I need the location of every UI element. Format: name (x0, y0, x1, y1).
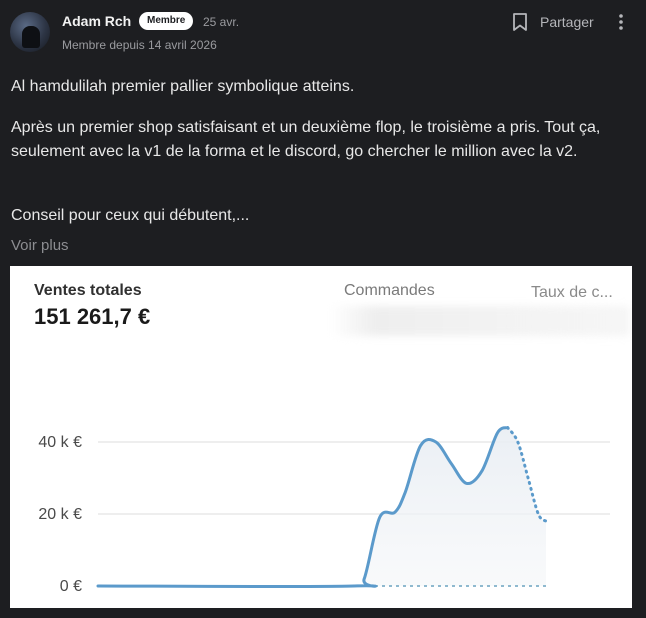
forum-post: Adam Rch Membre 25 avr. Membre depuis 14… (0, 0, 646, 618)
area-fill (98, 426, 546, 587)
author-name[interactable]: Adam Rch (62, 13, 131, 29)
post-paragraph-2: Après un premier shop satisfaisant et un… (11, 119, 601, 160)
more-vertical-icon[interactable] (611, 12, 631, 32)
y-tick-label: 0 € (60, 578, 82, 595)
author-avatar[interactable] (10, 12, 50, 52)
share-button[interactable]: Partager (540, 14, 594, 30)
sales-line-chart: 0 € 20 k € 40 k € (38, 426, 610, 595)
post-paragraph-3: Conseil pour ceux qui débutent,... (11, 207, 250, 224)
see-more-link[interactable]: Voir plus (11, 237, 69, 254)
member-badge: Membre (139, 12, 194, 30)
y-tick-label: 20 k € (38, 506, 82, 523)
post-paragraph-1: Al hamdulilah premier pallier symbolique… (11, 78, 355, 95)
y-tick-label: 40 k € (38, 434, 82, 451)
avatar-figure (22, 26, 40, 48)
post-date: 25 avr. (203, 15, 240, 29)
sales-chart-image: Ventes totales 151 261,7 € Commandes Tau… (10, 266, 632, 608)
member-since: Membre depuis 14 avril 2026 (62, 38, 217, 52)
bookmark-icon[interactable] (511, 12, 529, 32)
